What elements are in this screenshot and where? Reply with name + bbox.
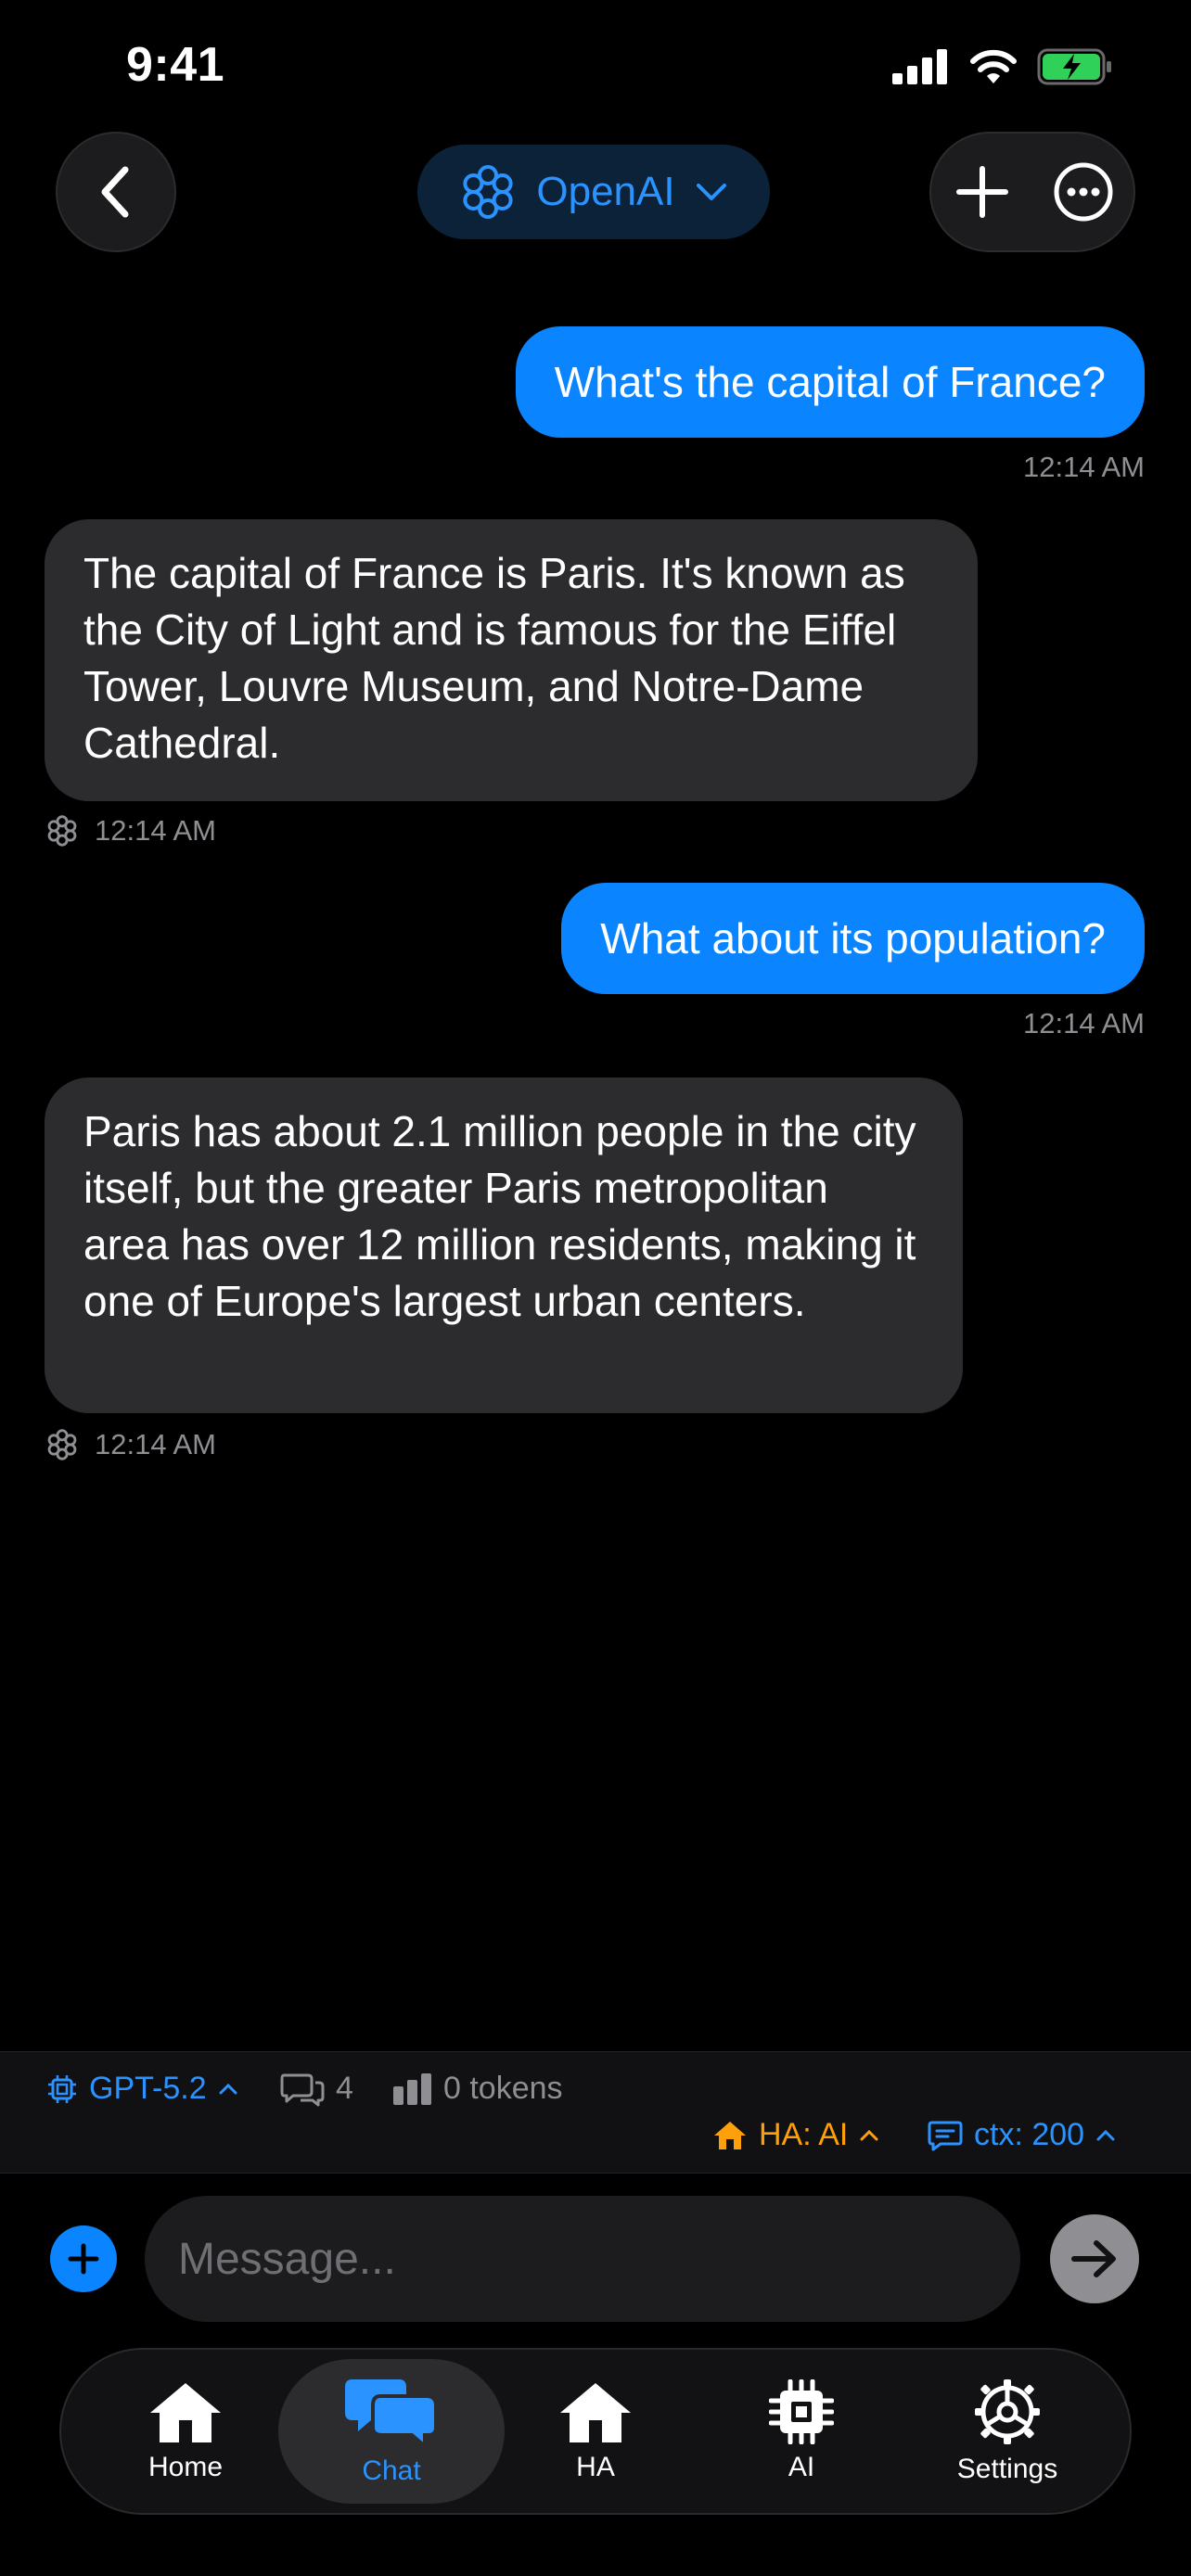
plus-icon (955, 166, 1008, 218)
tab-label: Chat (362, 2455, 421, 2486)
model-label: GPT-5.2 (89, 2071, 207, 2106)
tab-settings[interactable]: Settings (915, 2350, 1100, 2513)
chevron-up-icon (860, 2129, 878, 2140)
chat-bubbles-outline-icon (280, 2073, 325, 2106)
chip-icon (769, 2379, 834, 2444)
token-count: 0 tokens (393, 2071, 563, 2107)
chat-bubbles-icon (345, 2379, 438, 2448)
message-count-value: 4 (336, 2071, 353, 2106)
context-picker[interactable]: ctx: 200 (928, 2117, 1116, 2153)
message-timestamp: 12:14 AM (1023, 1007, 1145, 1039)
chevron-down-icon (696, 184, 726, 200)
user-message-bubble[interactable]: What's the capital of France? (515, 326, 1145, 438)
tab-chat[interactable]: Chat (278, 2359, 505, 2504)
new-chat-button[interactable] (945, 155, 1019, 229)
status-time: 9:41 (126, 38, 225, 92)
message-square-icon (928, 2121, 963, 2150)
model-selector[interactable]: OpenAI (417, 145, 770, 239)
message-timestamp: 12:14 AM (95, 814, 216, 847)
context-label: ctx: 200 (974, 2117, 1085, 2152)
chip-icon (48, 2074, 76, 2103)
assistant-message-bubble[interactable]: Paris has about 2.1 million people in th… (45, 1078, 963, 1413)
tab-home[interactable]: Home (93, 2350, 278, 2513)
tab-label: HA (576, 2452, 615, 2482)
tab-label: Home (147, 2452, 224, 2482)
chevron-up-icon (1096, 2129, 1115, 2140)
model-picker[interactable]: GPT-5.2 (46, 2071, 238, 2107)
back-button[interactable] (56, 132, 176, 252)
ha-mode-label: HA: AI (759, 2117, 849, 2152)
ha-mode-picker[interactable]: HA: AI (712, 2117, 879, 2153)
ellipsis-circle-icon (1054, 162, 1112, 222)
tab-ha[interactable]: HA (503, 2350, 688, 2513)
house-icon (150, 2383, 221, 2442)
battery-charging-icon (1037, 48, 1111, 85)
gear-icon (975, 2379, 1040, 2444)
house-icon (560, 2383, 631, 2442)
more-options-button[interactable] (1046, 155, 1121, 229)
message-timestamp: 12:14 AM (1023, 451, 1145, 483)
tab-label: AI (788, 2452, 815, 2482)
token-count-value: 0 tokens (443, 2071, 563, 2106)
assistant-message-bubble[interactable]: The capital of France is Paris. It's kno… (45, 519, 978, 801)
attach-button[interactable] (50, 2225, 117, 2292)
tab-label: Settings (956, 2454, 1058, 2484)
arrow-right-icon (1071, 2240, 1116, 2277)
user-message-bubble[interactable]: What about its population? (561, 883, 1145, 994)
message-input[interactable] (145, 2196, 1020, 2322)
assistant-message-meta: 12:14 AM (46, 814, 216, 848)
message-count: 4 (280, 2071, 353, 2107)
openai-logo-icon (47, 1429, 77, 1460)
chevron-up-icon (219, 2083, 237, 2094)
model-name: OpenAI (536, 169, 675, 214)
status-icons (892, 48, 1113, 85)
plus-icon (68, 2243, 99, 2275)
message-timestamp: 12:14 AM (95, 1428, 216, 1460)
cellular-signal-icon (892, 49, 947, 84)
tab-bar: Home Chat HA AI Settings (59, 2348, 1132, 2515)
chat-stats-bar: GPT-5.2 4 0 tokens HA: AI ctx: 200 (0, 2051, 1191, 2174)
openai-logo-icon (47, 815, 77, 847)
send-button[interactable] (1050, 2214, 1139, 2303)
chevron-left-icon (101, 166, 129, 218)
wifi-icon (970, 49, 1017, 83)
header-actions (929, 132, 1135, 252)
house-icon (714, 2121, 746, 2149)
assistant-message-meta: 12:14 AM (46, 1428, 216, 1461)
tab-ai[interactable]: AI (709, 2350, 894, 2513)
openai-logo-icon (463, 165, 513, 219)
bar-chart-icon (393, 2072, 431, 2105)
